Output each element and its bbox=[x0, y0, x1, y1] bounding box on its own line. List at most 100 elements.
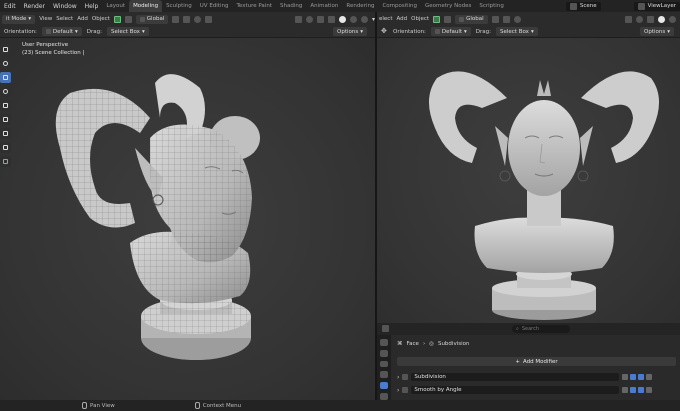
menu-help[interactable]: Help bbox=[81, 3, 103, 10]
view-layer-selector[interactable]: ViewLayer bbox=[633, 1, 680, 11]
right-drag-label: Drag: bbox=[475, 28, 491, 35]
tab-uv-editing[interactable]: UV Editing bbox=[196, 0, 233, 12]
visibility-icon[interactable] bbox=[625, 15, 632, 23]
chevron-down-icon[interactable] bbox=[646, 387, 653, 393]
tab-render[interactable] bbox=[380, 349, 388, 357]
visibility-icon[interactable] bbox=[294, 15, 302, 23]
right-options-button[interactable]: Options ▾ bbox=[640, 27, 674, 36]
left-drag-selector[interactable]: Select Box ▾ bbox=[107, 27, 149, 36]
left-3d-viewport[interactable] bbox=[0, 38, 375, 400]
solid-shading-icon[interactable] bbox=[338, 15, 346, 23]
left-mode-selector[interactable]: it Mode ▾ bbox=[2, 14, 36, 24]
modifier-name-field[interactable]: Subdivision bbox=[411, 373, 620, 381]
link-icon[interactable] bbox=[444, 15, 452, 23]
move-tool-icon[interactable]: ✥ bbox=[381, 28, 388, 35]
menu-render[interactable]: Render bbox=[20, 3, 49, 10]
viewport-toggle-icon[interactable] bbox=[630, 387, 637, 393]
chevron-right-icon[interactable]: › bbox=[397, 387, 399, 394]
right-menu-object[interactable]: Object bbox=[411, 16, 429, 22]
tab-tool[interactable] bbox=[380, 339, 388, 346]
cursor-tool-button[interactable] bbox=[0, 58, 11, 69]
viewport-toggle-icon[interactable] bbox=[630, 374, 637, 380]
right-3d-viewport[interactable] bbox=[377, 38, 680, 323]
solid-shading-icon[interactable] bbox=[658, 15, 665, 23]
tool-shelf bbox=[0, 44, 12, 167]
annotate-tool-button[interactable] bbox=[0, 128, 11, 139]
tab-shading[interactable]: Shading bbox=[276, 0, 306, 12]
chevron-down-icon: ▾ bbox=[28, 16, 32, 22]
material-shading-icon[interactable] bbox=[349, 15, 357, 23]
tab-texture-paint[interactable]: Texture Paint bbox=[232, 0, 276, 12]
left-menu-select[interactable]: Select bbox=[56, 16, 73, 22]
select-mode-icon[interactable] bbox=[113, 15, 121, 23]
rendered-shading-icon[interactable] bbox=[360, 15, 368, 23]
tab-output[interactable] bbox=[380, 360, 388, 368]
modifier-name-field[interactable]: Smooth by Angle bbox=[411, 386, 620, 394]
modifier-row[interactable]: › Smooth by Angle bbox=[397, 385, 676, 395]
left-menu-object[interactable]: Object bbox=[92, 16, 110, 22]
pivot-icon[interactable] bbox=[172, 15, 180, 23]
material-shading-icon[interactable] bbox=[669, 15, 676, 23]
measure-tool-button[interactable] bbox=[0, 142, 11, 153]
link-icon[interactable] bbox=[124, 15, 132, 23]
chevron-down-icon: ▾ bbox=[667, 28, 670, 35]
tab-geometry-nodes[interactable]: Geometry Nodes bbox=[421, 0, 475, 12]
menu-edit[interactable]: Edit bbox=[0, 3, 20, 10]
chevron-down-icon: ▾ bbox=[464, 28, 467, 35]
snap-target-icon[interactable] bbox=[205, 15, 213, 23]
add-modifier-button[interactable]: + Add Modifier bbox=[397, 357, 676, 366]
left-menu-view[interactable]: View bbox=[39, 16, 52, 22]
left-orientation-selector[interactable]: Default ▾ bbox=[41, 27, 82, 36]
tab-modifiers[interactable] bbox=[380, 382, 388, 390]
editor-type-icon[interactable] bbox=[382, 325, 389, 332]
modifier-row[interactable]: › Subdivision bbox=[397, 372, 676, 382]
tab-layout[interactable]: Layout bbox=[102, 0, 129, 12]
left-menu-add[interactable]: Add bbox=[77, 16, 88, 22]
render-toggle-icon[interactable] bbox=[638, 374, 645, 380]
gizmo-icon[interactable] bbox=[636, 15, 643, 23]
context-menu-label: Context Menu bbox=[202, 402, 242, 409]
scene-selector[interactable]: Scene bbox=[565, 1, 601, 11]
right-orientation-value: Default bbox=[441, 28, 463, 35]
snap-icon[interactable] bbox=[502, 15, 510, 23]
chevron-down-icon[interactable] bbox=[646, 374, 653, 380]
tab-scene[interactable] bbox=[380, 371, 388, 379]
render-toggle-icon[interactable] bbox=[638, 387, 645, 393]
menu-window[interactable]: Window bbox=[49, 3, 81, 10]
proportional-edit-icon[interactable] bbox=[194, 15, 202, 23]
proportional-edit-icon[interactable] bbox=[513, 15, 521, 23]
tab-animation[interactable]: Animation bbox=[306, 0, 342, 12]
tab-sculpting[interactable]: Sculpting bbox=[162, 0, 196, 12]
right-transform-selector[interactable]: Global bbox=[455, 14, 488, 24]
transform-tool-button[interactable] bbox=[0, 114, 11, 125]
select-mode-icon[interactable] bbox=[433, 15, 441, 23]
pivot-icon[interactable] bbox=[491, 15, 499, 23]
tab-particles[interactable] bbox=[380, 393, 388, 400]
left-transform-selector[interactable]: Global bbox=[135, 14, 169, 24]
right-menu-add[interactable]: Add bbox=[396, 16, 407, 22]
overlay-icon[interactable] bbox=[316, 15, 324, 23]
tab-scripting[interactable]: Scripting bbox=[475, 0, 507, 12]
xray-icon[interactable] bbox=[327, 15, 335, 23]
select-tool-button[interactable] bbox=[0, 44, 11, 55]
tab-compositing[interactable]: Compositing bbox=[378, 0, 420, 12]
move-tool-button[interactable] bbox=[0, 72, 11, 83]
rotate-tool-button[interactable] bbox=[0, 86, 11, 97]
snap-icon[interactable] bbox=[183, 15, 191, 23]
tab-modeling[interactable]: Modeling bbox=[129, 0, 163, 12]
right-drag-selector[interactable]: Select Box ▾ bbox=[496, 27, 538, 36]
right-mode-label[interactable]: elect bbox=[379, 16, 392, 22]
view-layer-icon bbox=[637, 2, 645, 10]
right-orientation-selector[interactable]: Default ▾ bbox=[430, 27, 471, 36]
properties-search-input[interactable]: ⌕ Search bbox=[512, 325, 570, 333]
left-options-button[interactable]: Options ▾ bbox=[333, 27, 367, 36]
tab-rendering[interactable]: Rendering bbox=[342, 0, 378, 12]
scale-tool-button[interactable] bbox=[0, 100, 11, 111]
edit-mode-toggle-icon[interactable] bbox=[622, 387, 629, 393]
overlay-icon[interactable] bbox=[647, 15, 654, 23]
gizmo-icon[interactable] bbox=[305, 15, 313, 23]
properties-tabs bbox=[377, 335, 391, 400]
edit-mode-toggle-icon[interactable] bbox=[622, 374, 629, 380]
add-cube-tool-button[interactable] bbox=[0, 156, 11, 167]
chevron-right-icon[interactable]: › bbox=[397, 374, 399, 381]
